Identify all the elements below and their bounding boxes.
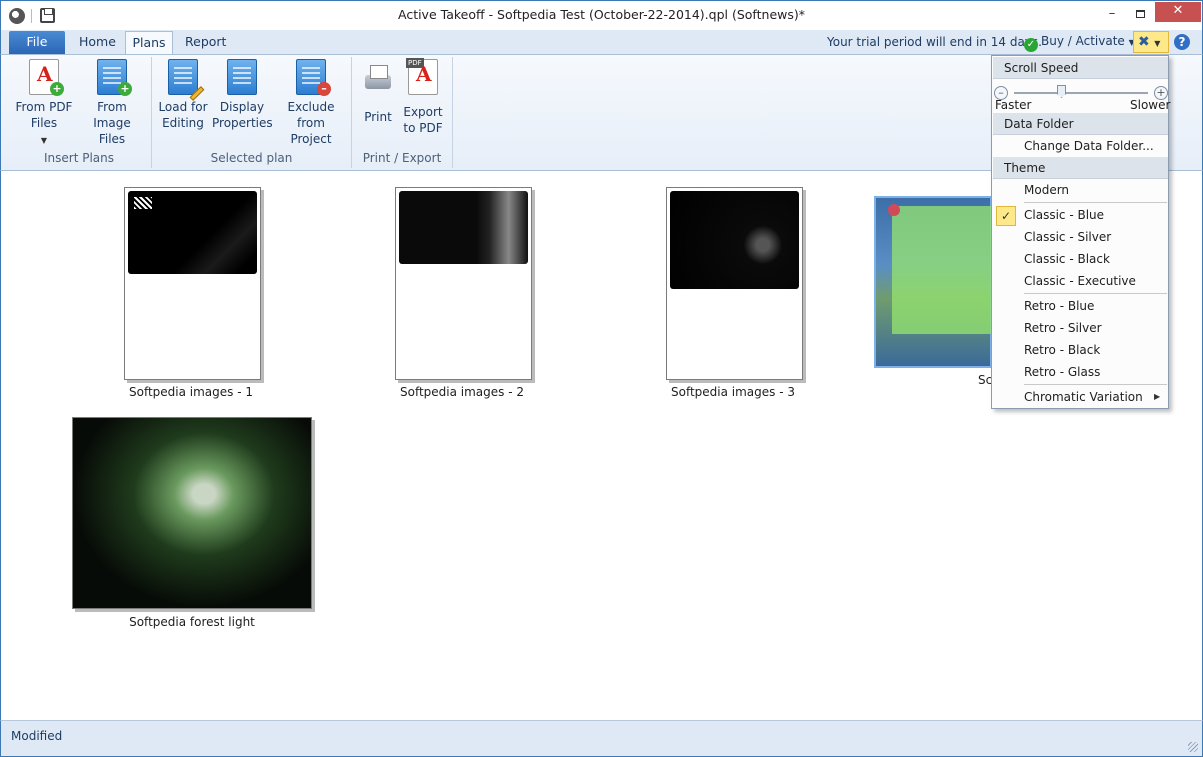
image-add-icon: + xyxy=(97,59,132,96)
buy-activate-button[interactable]: ✓ Buy / Activate ▼ xyxy=(1024,34,1135,52)
button-label: Properties xyxy=(212,116,273,130)
maximize-button[interactable] xyxy=(1127,5,1153,23)
plan-image xyxy=(128,191,257,274)
from-image-files-button[interactable]: + From Image Files xyxy=(77,57,147,147)
tools-button[interactable]: ✖ ▼ xyxy=(1133,31,1169,53)
pdf-badge: PDF xyxy=(406,58,424,68)
plan-page xyxy=(124,187,261,380)
tools-icon: ✖ xyxy=(1138,34,1150,50)
from-pdf-files-button[interactable]: + From PDF Files ▼ xyxy=(11,57,77,149)
group-label: Selected plan xyxy=(210,151,293,165)
maximize-icon xyxy=(1135,9,1145,18)
plan-thumbnail[interactable]: Sc xyxy=(874,196,992,396)
chevron-down-icon: ▼ xyxy=(40,136,48,145)
plan-thumbnail[interactable]: Softpedia images - 1 xyxy=(121,186,266,404)
menu-separator xyxy=(1024,202,1167,203)
group-selected-plan: Load for Editing Display Properties – Ex… xyxy=(152,57,352,168)
exclude-plan-icon: – xyxy=(296,59,331,96)
button-label: Files xyxy=(98,132,126,146)
theme-retro-black[interactable]: Retro - Black xyxy=(1024,343,1100,357)
close-button[interactable]: ✕ xyxy=(1155,2,1201,22)
button-label: Editing xyxy=(162,116,204,130)
buy-activate-label: Buy / Activate xyxy=(1041,34,1125,48)
group-label: Insert Plans xyxy=(43,151,114,165)
plan-image xyxy=(399,191,528,264)
plan-page xyxy=(666,187,803,380)
status-bar: Modified xyxy=(0,720,1203,757)
slider-knob[interactable] xyxy=(1057,85,1066,98)
plan-caption: Softpedia images - 1 xyxy=(128,385,254,399)
plan-caption: Softpedia images - 2 xyxy=(399,385,525,399)
tab-report[interactable]: Report xyxy=(173,31,238,54)
load-for-editing-button[interactable]: Load for Editing xyxy=(154,57,212,131)
tab-file[interactable]: File xyxy=(9,31,65,54)
plan-page xyxy=(395,187,532,380)
menu-separator xyxy=(1024,293,1167,294)
export-to-pdf-button[interactable]: PDF Export to PDF xyxy=(400,57,446,136)
button-label: Print xyxy=(364,110,392,124)
window-title: Active Takeoff - Softpedia Test (October… xyxy=(397,7,805,22)
theme-classic-blue[interactable]: Classic - Blue xyxy=(1024,208,1104,222)
menu-header-theme: Theme xyxy=(993,157,1168,179)
display-properties-button[interactable]: Display Properties xyxy=(212,57,273,131)
button-label: Display xyxy=(219,100,265,114)
plan-image xyxy=(72,417,312,609)
chevron-down-icon: ▼ xyxy=(1154,39,1161,48)
button-label: Exclude from xyxy=(287,100,335,130)
theme-retro-glass[interactable]: Retro - Glass xyxy=(1024,365,1100,379)
ribbon-tabs: File Home Plans Report Your trial period… xyxy=(0,30,1203,54)
minimize-button[interactable]: – xyxy=(1099,5,1125,23)
menu-header-data-folder: Data Folder xyxy=(993,113,1168,135)
tools-dropdown-menu: Scroll Speed – + Faster Slower Data Fold… xyxy=(991,55,1171,409)
button-label: Files xyxy=(30,116,58,130)
button-label: Export xyxy=(403,105,443,119)
menu-separator xyxy=(1024,384,1167,385)
printer-icon xyxy=(361,63,395,95)
edit-plan-icon xyxy=(168,59,205,101)
slider-track xyxy=(1014,92,1148,94)
check-icon: ✓ xyxy=(1024,38,1038,52)
trial-notice: Your trial period will end in 14 days. xyxy=(827,35,1042,49)
theme-classic-black[interactable]: Classic - Black xyxy=(1024,252,1110,266)
plan-caption: Softpedia images - 3 xyxy=(670,385,796,399)
plan-image xyxy=(874,196,992,368)
theme-chromatic-variation[interactable]: Chromatic Variation xyxy=(1024,390,1143,404)
print-button[interactable]: Print xyxy=(356,57,400,125)
menu-header-scroll-speed: Scroll Speed xyxy=(993,57,1168,79)
pdf-add-icon: + xyxy=(29,59,64,96)
slower-label: Slower xyxy=(1130,98,1171,112)
plan-caption: Softpedia forest light xyxy=(129,615,255,629)
plan-thumbnail[interactable]: Softpedia forest light xyxy=(71,416,321,636)
button-label: Load for xyxy=(158,100,208,114)
resize-grip[interactable] xyxy=(1188,742,1198,752)
group-label: Print / Export xyxy=(362,151,442,165)
theme-modern[interactable]: Modern xyxy=(1024,183,1069,197)
help-icon[interactable]: ? xyxy=(1174,34,1190,50)
faster-label: Faster xyxy=(995,98,1032,112)
button-label: From PDF xyxy=(15,100,73,114)
theme-classic-silver[interactable]: Classic - Silver xyxy=(1024,230,1111,244)
plan-image xyxy=(670,191,799,289)
theme-retro-blue[interactable]: Retro - Blue xyxy=(1024,299,1094,313)
title-bar: Active Takeoff - Softpedia Test (October… xyxy=(0,0,1203,30)
button-label: Project xyxy=(290,132,332,146)
check-icon: ✓ xyxy=(996,206,1016,226)
button-label: to PDF xyxy=(403,121,443,135)
change-data-folder-item[interactable]: Change Data Folder... xyxy=(1024,139,1154,153)
theme-retro-silver[interactable]: Retro - Silver xyxy=(1024,321,1102,335)
plan-thumbnail[interactable]: Softpedia images - 3 xyxy=(663,186,808,404)
theme-classic-executive[interactable]: Classic - Executive xyxy=(1024,274,1136,288)
exclude-from-project-button[interactable]: – Exclude from Project xyxy=(272,57,350,147)
properties-icon xyxy=(227,59,257,95)
chevron-right-icon: ▶ xyxy=(1154,392,1161,401)
status-text: Modified xyxy=(11,729,63,743)
export-pdf-icon: PDF xyxy=(406,58,438,95)
group-print-export: Print PDF Export to PDF Print / Export xyxy=(352,57,453,168)
tab-home[interactable]: Home xyxy=(67,31,128,54)
group-insert-plans: + From PDF Files ▼ + From Image Files In… xyxy=(7,57,152,168)
plan-thumbnail[interactable]: Softpedia images - 2 xyxy=(392,186,537,404)
button-label: From Image xyxy=(93,100,131,130)
tab-plans[interactable]: Plans xyxy=(125,31,173,54)
